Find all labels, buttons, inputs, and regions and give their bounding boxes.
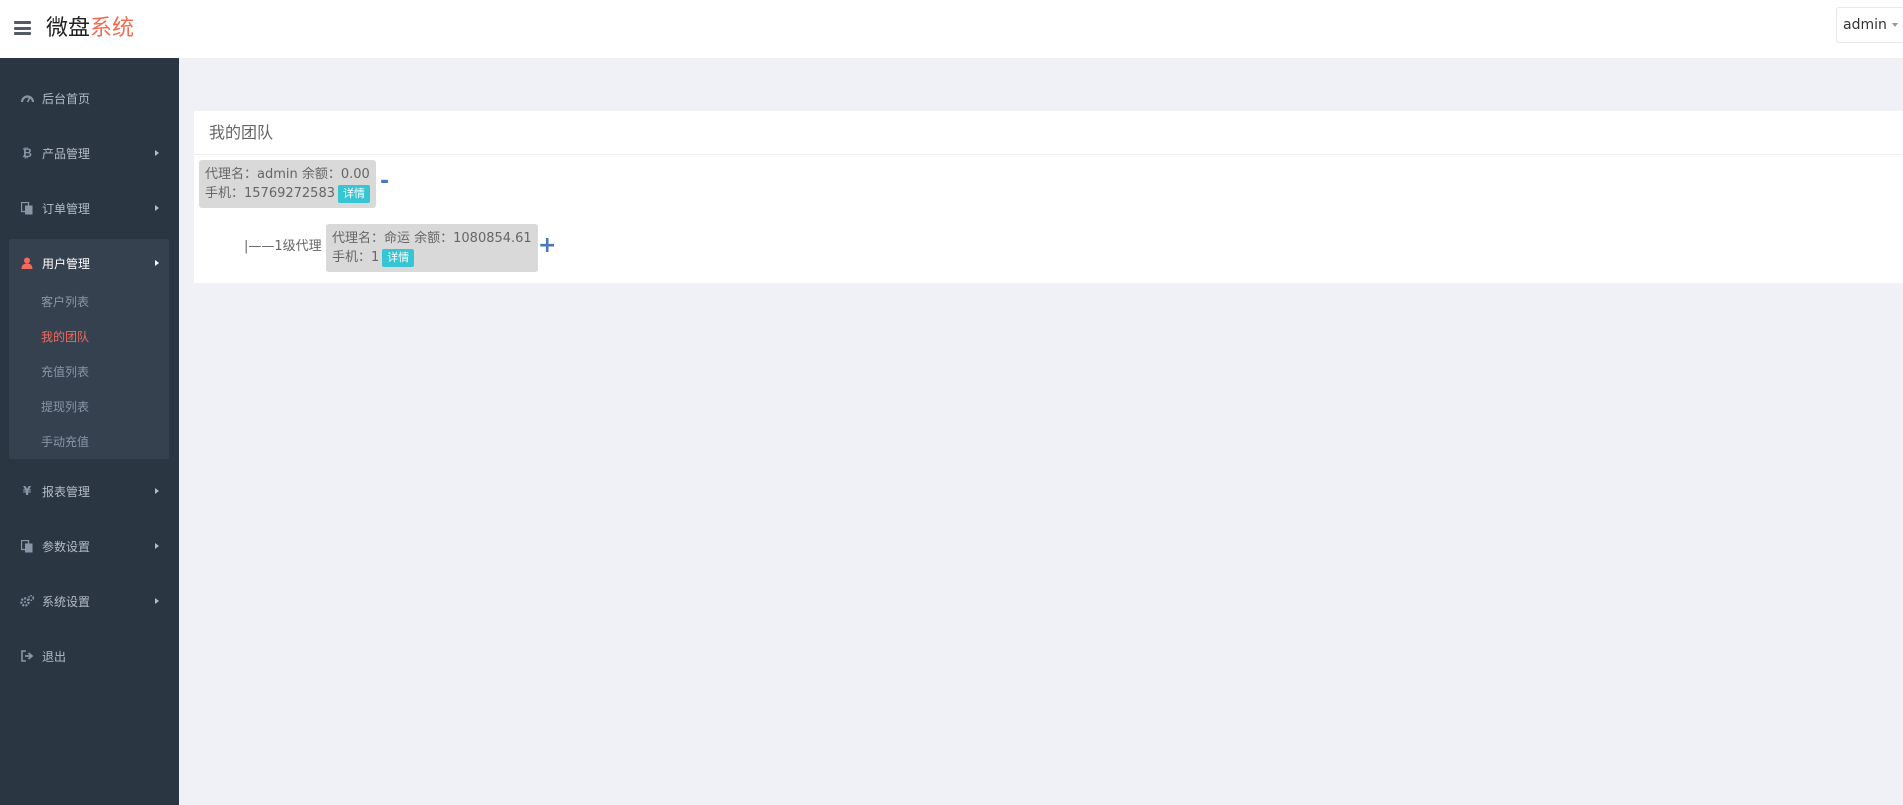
top-bar: 微盘系统 admin [0,0,1903,58]
team-panel: 我的团队 代理名：admin 余额：0.00 手机：15769272583 详情 … [194,111,1903,283]
agent-name-balance: 代理名：命运 余额：1080854.61 [332,231,532,246]
brand-main: 微盘 [46,16,91,41]
brand-logo: 微盘系统 [46,15,134,43]
copy-icon [20,539,34,553]
sidebar-item-reports[interactable]: ¥ 报表管理 [0,472,179,510]
sign-out-icon [20,649,34,663]
chevron-right-icon [155,150,159,156]
submenu-item-recharges[interactable]: 充值列表 [41,364,89,380]
sidebar-item-label: 用户管理 [42,256,91,271]
sidebar: 后台首页 ₿ 产品管理 订单管理 用户管理 客户列表 我的团队 充值列表 提现列… [0,58,179,805]
user-menu-button[interactable]: admin [1836,7,1903,43]
copy-icon [20,201,34,215]
sidebar-item-orders[interactable]: 订单管理 [0,189,179,227]
sidebar-item-label: 报表管理 [42,484,91,499]
sidebar-item-label: 后台首页 [42,91,91,106]
sidebar-item-logout[interactable]: 退出 [0,637,179,675]
level-label: |——1级代理 [244,239,322,254]
sidebar-item-label: 订单管理 [42,201,91,216]
agent-phone: 手机：15769272583 [205,186,335,201]
chevron-right-icon [155,488,159,494]
agent-card-child: 代理名：命运 余额：1080854.61 手机：1 详情 [326,224,538,272]
sidebar-item-system[interactable]: 系统设置 [0,582,179,620]
chevron-down-icon [1891,23,1898,27]
sidebar-item-products[interactable]: ₿ 产品管理 [0,134,179,172]
bitcoin-icon: ₿ [22,146,32,160]
sidebar-item-label: 产品管理 [42,146,91,161]
submenu-item-my-team[interactable]: 我的团队 [41,329,89,345]
chevron-right-icon [155,260,159,266]
agent-name-balance: 代理名：admin 余额：0.00 [205,167,370,182]
dashboard-icon [20,91,34,105]
brand-accent: 系统 [90,16,135,41]
detail-button[interactable]: 详情 [382,248,415,267]
chevron-right-icon [155,543,159,549]
chevron-right-icon [155,598,159,604]
sidebar-item-label: 参数设置 [42,539,91,554]
collapse-toggle[interactable]: - [380,171,389,193]
expand-toggle[interactable]: + [538,235,556,257]
agent-card-root: 代理名：admin 余额：0.00 手机：15769272583 详情 [199,160,376,208]
yen-icon: ¥ [22,484,32,498]
sidebar-item-parameters[interactable]: 参数设置 [0,527,179,565]
menu-toggle-icon[interactable] [14,21,31,35]
sidebar-item-label: 退出 [42,649,67,664]
chevron-right-icon [155,205,159,211]
submenu-item-withdrawals[interactable]: 提现列表 [41,399,89,415]
user-name: admin [1843,17,1887,33]
detail-button[interactable]: 详情 [337,184,370,203]
agent-phone: 手机：1 [332,250,380,265]
submenu-item-manual-recharge[interactable]: 手动充值 [41,434,89,450]
cogs-icon [20,594,34,608]
sidebar-item-users[interactable]: 用户管理 [0,244,179,282]
panel-title: 我的团队 [194,111,1903,155]
sidebar-item-dashboard[interactable]: 后台首页 [0,79,179,117]
user-icon [20,256,34,270]
submenu-item-customers[interactable]: 客户列表 [41,294,89,310]
sidebar-item-label: 系统设置 [42,594,91,609]
